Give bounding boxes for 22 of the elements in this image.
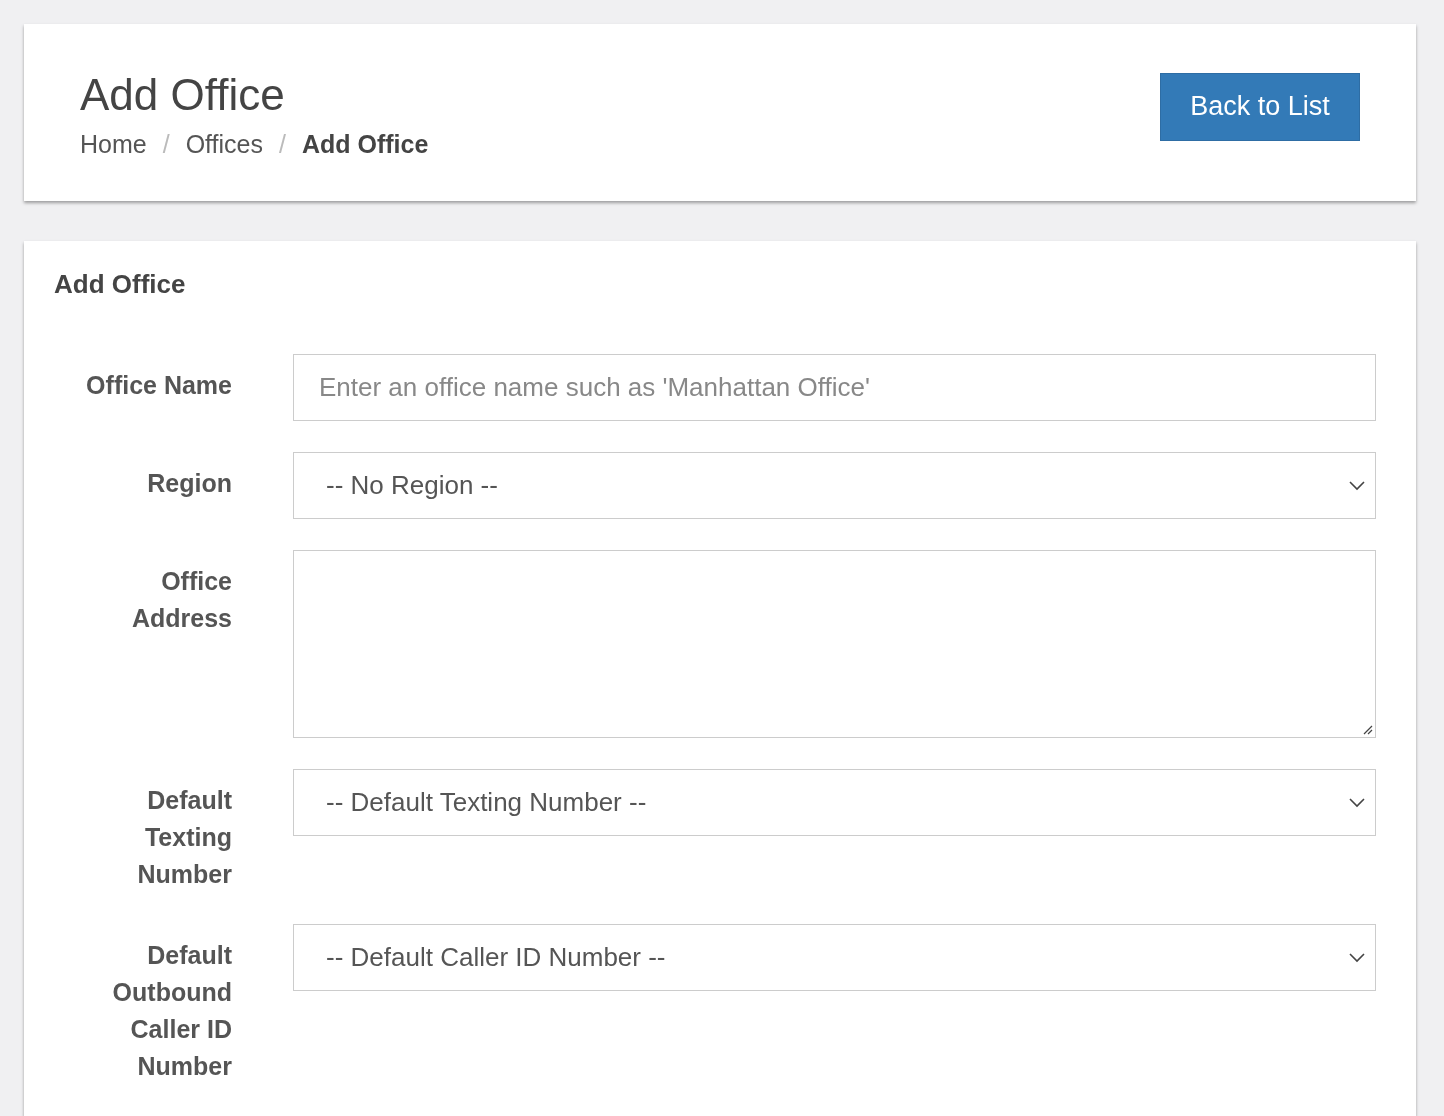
select-field[interactable]: -- Default Texting Number --	[293, 769, 1376, 836]
chevron-down-icon	[1349, 797, 1365, 808]
resize-handle-icon[interactable]	[1361, 723, 1373, 735]
field-label: Office Address	[130, 566, 232, 634]
back-to-list-button[interactable]: Back to List	[1160, 72, 1360, 141]
chevron-down-icon	[1349, 952, 1365, 963]
address-field[interactable]	[293, 550, 1376, 738]
field-label: Default Texting Number	[136, 785, 232, 890]
page-title: Add Office	[80, 70, 286, 120]
office-name-field[interactable]: Enter an office name such as 'Manhattan Office'	[293, 354, 1376, 421]
form-title: Add Office	[54, 269, 187, 300]
field-label: Office Name	[85, 370, 232, 401]
breadcrumb-separator: /	[162, 130, 170, 159]
breadcrumb-item[interactable]: Offices	[185, 130, 263, 159]
breadcrumb-item: Add Office	[301, 130, 429, 159]
breadcrumb-separator: /	[279, 130, 286, 159]
chevron-down-icon	[1349, 480, 1365, 491]
select-field[interactable]: -- No Region --	[293, 452, 1376, 519]
field-label: Region	[146, 468, 232, 499]
breadcrumb-item[interactable]: Home	[80, 130, 147, 159]
field-label: Default Outbound Caller ID Number	[111, 940, 232, 1082]
select-field[interactable]: -- Default Caller ID Number --	[293, 924, 1376, 991]
